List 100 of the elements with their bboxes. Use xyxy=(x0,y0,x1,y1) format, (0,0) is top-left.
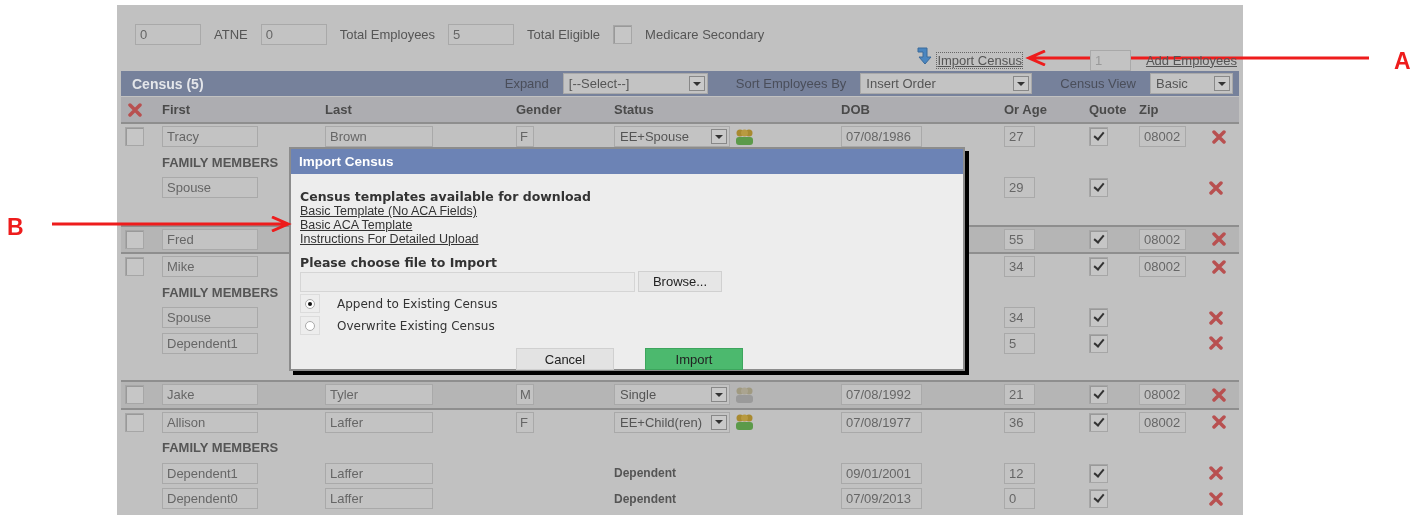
age-field[interactable]: 0 xyxy=(1004,488,1035,510)
people-icon[interactable] xyxy=(735,127,754,146)
column-header: Status xyxy=(614,102,655,117)
first-name-field[interactable]: Allison xyxy=(162,411,258,433)
row-checkbox[interactable] xyxy=(125,257,144,277)
age-field[interactable]: 34 xyxy=(1004,256,1035,278)
first-name-field[interactable]: Spouse xyxy=(162,307,258,329)
status-dropdown[interactable]: EE+Child(ren) xyxy=(614,411,730,433)
row-checkbox[interactable] xyxy=(125,229,144,249)
quote-checkbox[interactable] xyxy=(1089,412,1108,432)
dropdown[interactable]: Basic xyxy=(1150,73,1233,94)
dob-field[interactable]: 07/08/1986 xyxy=(841,126,922,148)
quote-checkbox[interactable] xyxy=(1089,178,1108,198)
row-checkbox[interactable] xyxy=(125,412,144,432)
annotation-label: A xyxy=(1394,50,1411,73)
quote-checkbox[interactable] xyxy=(1089,257,1108,277)
quote-checkbox[interactable] xyxy=(1089,127,1108,147)
first-name-field[interactable]: Dependent1 xyxy=(162,462,258,484)
quote-checkbox[interactable] xyxy=(1089,463,1108,483)
quote-checkbox[interactable] xyxy=(1089,489,1108,509)
template-link[interactable]: Basic Template (No ACA Fields) xyxy=(300,204,477,218)
delete-icon[interactable] xyxy=(1209,310,1223,325)
people-icon[interactable] xyxy=(735,413,754,432)
last-name-field[interactable]: Laffer xyxy=(325,488,433,510)
dob-field[interactable]: 07/08/1977 xyxy=(841,411,922,433)
age-field[interactable]: 12 xyxy=(1004,462,1035,484)
dob-field[interactable]: 07/09/2013 xyxy=(841,488,922,510)
last-name-field[interactable]: Brown xyxy=(325,126,433,148)
first-name-field[interactable]: Dependent1 xyxy=(162,332,258,354)
section-heading: Please choose file to Import xyxy=(300,256,499,270)
first-name-field[interactable]: Dependent0 xyxy=(162,488,258,510)
file-field[interactable] xyxy=(300,271,635,292)
cancel-button[interactable]: Cancel xyxy=(516,348,614,370)
age-field[interactable]: 5 xyxy=(1004,332,1035,354)
quote-checkbox[interactable] xyxy=(1089,308,1108,328)
dialog-title: Import Census xyxy=(291,149,963,174)
column-header: Zip xyxy=(1139,102,1160,117)
status-dropdown[interactable]: Single xyxy=(614,384,730,406)
down-arrow-icon xyxy=(916,46,935,66)
first-name-field[interactable]: Jake xyxy=(162,384,258,406)
delete-icon[interactable] xyxy=(1212,259,1226,274)
gender-field[interactable]: M xyxy=(516,384,534,406)
delete-icon[interactable] xyxy=(1212,415,1226,430)
age-field[interactable]: 29 xyxy=(1004,177,1035,199)
option-label: Overwrite Existing Census xyxy=(337,318,495,333)
radio-button[interactable] xyxy=(300,316,320,335)
age-field[interactable]: 55 xyxy=(1004,228,1035,250)
zip-field[interactable]: 08002 xyxy=(1139,228,1186,250)
number-field[interactable]: 0 xyxy=(260,23,327,45)
column-header: Gender xyxy=(516,102,563,117)
dropdown[interactable]: Insert Order xyxy=(860,73,1033,94)
people-icon[interactable] xyxy=(735,385,754,404)
first-name-field[interactable]: Spouse xyxy=(162,177,258,199)
relation-label: Dependent xyxy=(614,466,676,481)
row-checkbox[interactable] xyxy=(125,385,144,405)
family-members-label: FAMILY MEMBERS xyxy=(162,440,279,456)
checkbox[interactable] xyxy=(613,24,633,44)
template-link[interactable]: Instructions For Detailed Upload xyxy=(300,232,479,246)
number-field[interactable]: 5 xyxy=(448,23,515,45)
last-name-field[interactable]: Tyler xyxy=(325,384,433,406)
quote-checkbox[interactable] xyxy=(1089,385,1108,405)
row-checkbox[interactable] xyxy=(125,127,144,147)
zip-field[interactable]: 08002 xyxy=(1139,411,1186,433)
field-label: ATNE xyxy=(214,26,248,42)
delete-icon[interactable] xyxy=(1212,232,1226,247)
gender-field[interactable]: F xyxy=(516,411,534,433)
delete-icon[interactable] xyxy=(128,102,142,117)
column-header: First xyxy=(162,102,192,117)
delete-icon[interactable] xyxy=(1209,466,1223,481)
quote-checkbox[interactable] xyxy=(1089,333,1108,353)
status-dropdown[interactable]: EE+Spouse xyxy=(614,126,730,148)
dropdown[interactable]: [--Select--] xyxy=(562,73,708,94)
delete-icon[interactable] xyxy=(1209,180,1223,195)
delete-icon[interactable] xyxy=(1212,387,1226,402)
delete-icon[interactable] xyxy=(1209,336,1223,351)
radio-button[interactable] xyxy=(300,294,320,313)
delete-icon[interactable] xyxy=(1212,129,1226,144)
template-link[interactable]: Basic ACA Template xyxy=(300,218,413,232)
first-name-field[interactable]: Mike xyxy=(162,256,258,278)
first-name-field[interactable]: Fred xyxy=(162,228,258,250)
dob-field[interactable]: 09/01/2001 xyxy=(841,462,922,484)
last-name-field[interactable]: Laffer xyxy=(325,462,433,484)
first-name-field[interactable]: Tracy xyxy=(162,126,258,148)
zip-field[interactable]: 08002 xyxy=(1139,126,1186,148)
zip-field[interactable]: 08002 xyxy=(1139,384,1186,406)
age-field[interactable]: 27 xyxy=(1004,126,1035,148)
gender-field[interactable]: F xyxy=(516,126,534,148)
age-field[interactable]: 34 xyxy=(1004,307,1035,329)
import-census-link[interactable]: Import Census xyxy=(937,52,1022,68)
quote-checkbox[interactable] xyxy=(1089,229,1108,249)
age-field[interactable]: 36 xyxy=(1004,411,1035,433)
import-button[interactable]: Import xyxy=(645,348,743,370)
browse-button[interactable]: Browse... xyxy=(638,271,722,292)
dob-field[interactable]: 07/08/1992 xyxy=(841,384,922,406)
delete-icon[interactable] xyxy=(1209,491,1223,506)
age-field[interactable]: 21 xyxy=(1004,384,1035,406)
relation-label: Dependent xyxy=(614,491,676,506)
zip-field[interactable]: 08002 xyxy=(1139,256,1186,278)
last-name-field[interactable]: Laffer xyxy=(325,411,433,433)
number-field[interactable]: 0 xyxy=(135,23,201,45)
